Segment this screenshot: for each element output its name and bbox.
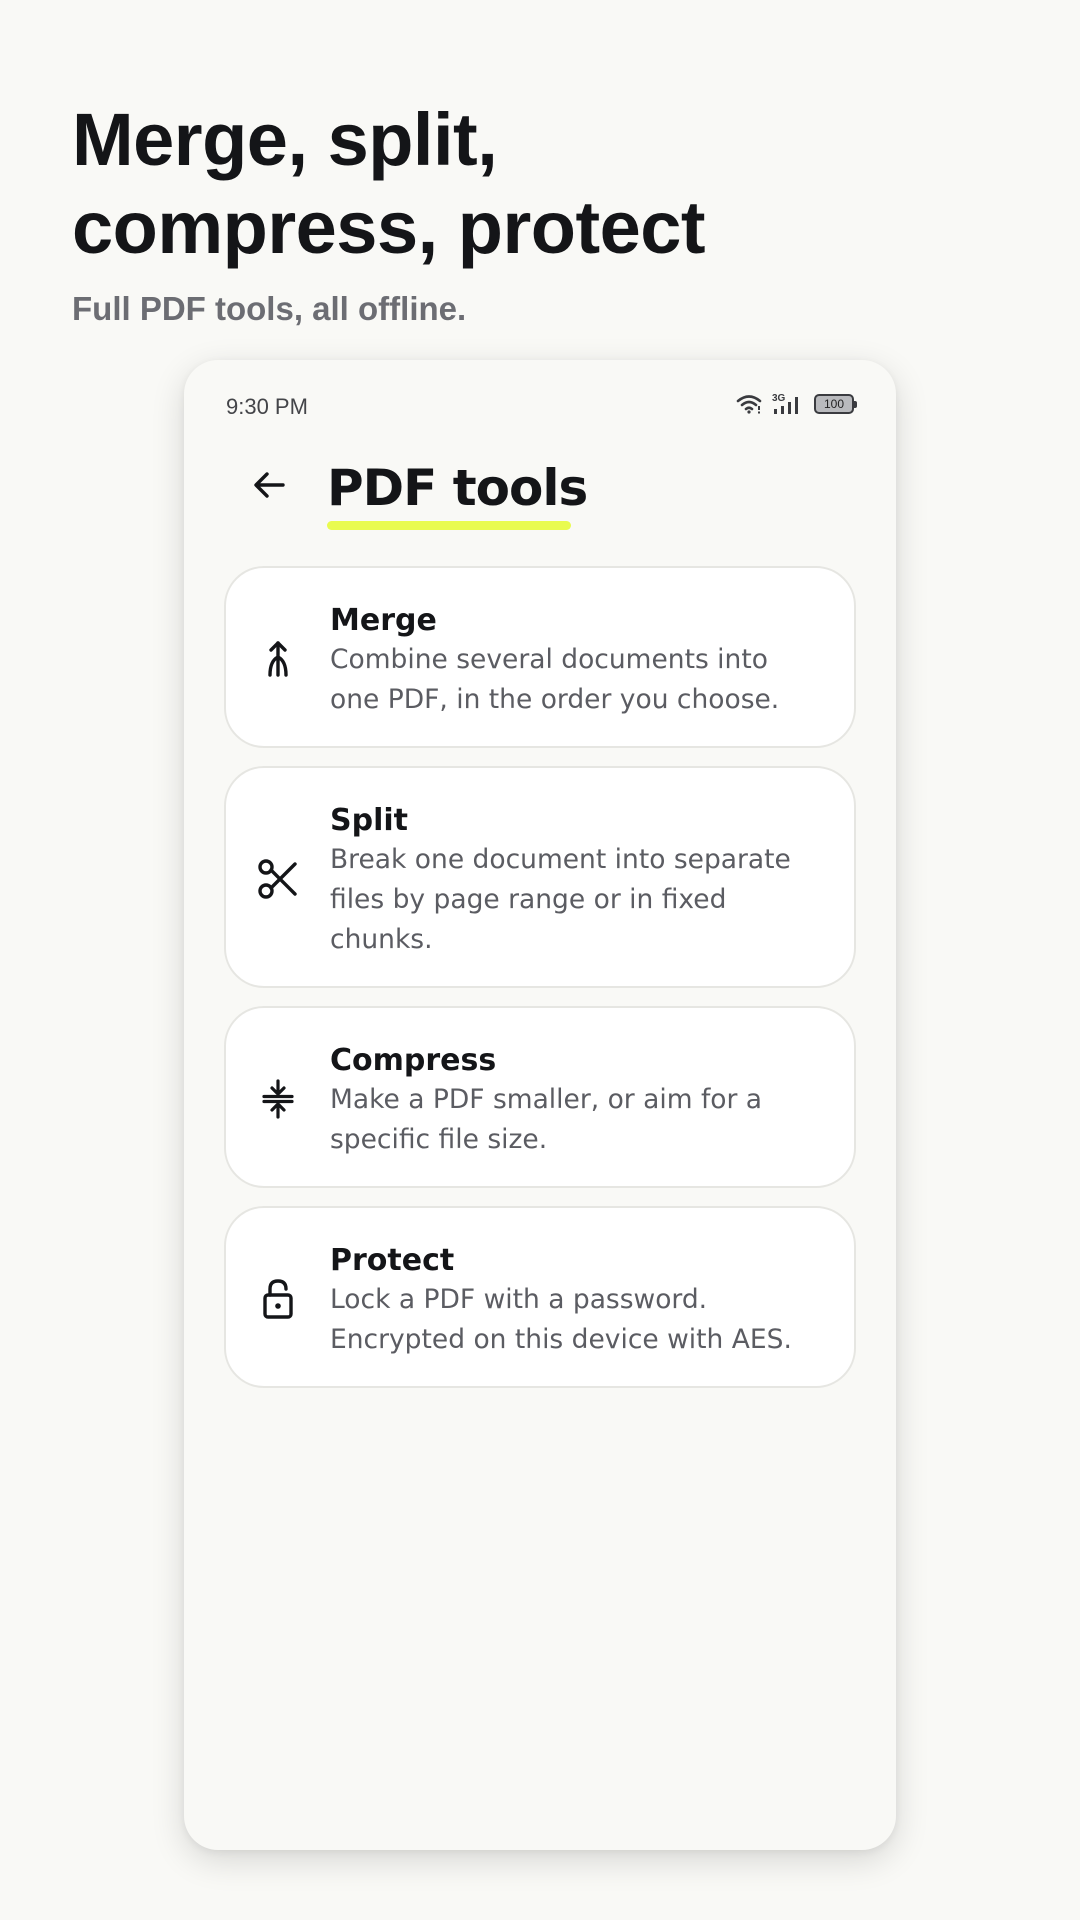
tool-description: Make a PDF smaller, or aim for a specifi… bbox=[330, 1084, 763, 1155]
status-icons: 3G 100 bbox=[736, 392, 857, 416]
tool-text: Compress Make a PDF smaller, or aim for … bbox=[330, 1042, 824, 1160]
back-button[interactable] bbox=[244, 462, 294, 512]
page-title: PDF tools bbox=[327, 459, 588, 517]
promo-headline: Merge, split, compress, protect bbox=[72, 96, 706, 274]
tool-name: Protect bbox=[330, 1243, 455, 1278]
phone-screen: 9:30 PM 3G 100 PDF tools Merge Combine s… bbox=[184, 360, 896, 1850]
tool-description: Break one document into separate files b… bbox=[330, 844, 791, 955]
tool-name: Split bbox=[330, 803, 408, 838]
merge-icon bbox=[256, 637, 300, 681]
tool-card-split[interactable]: Split Break one document into separate f… bbox=[224, 766, 856, 988]
wifi-icon bbox=[736, 394, 762, 414]
tool-text: Split Break one document into separate f… bbox=[330, 802, 824, 960]
tool-text: Protect Lock a PDF with a password. Encr… bbox=[330, 1242, 824, 1360]
tool-card-merge[interactable]: Merge Combine several documents into one… bbox=[224, 566, 856, 748]
arrow-left-icon bbox=[252, 470, 286, 505]
tool-description: Lock a PDF with a password. Encrypted on… bbox=[330, 1284, 792, 1355]
tool-name: Compress bbox=[330, 1043, 497, 1078]
scissors-icon bbox=[256, 857, 300, 901]
promo-subtitle: Full PDF tools, all offline. bbox=[72, 290, 467, 327]
lock-icon bbox=[256, 1277, 300, 1321]
compress-icon bbox=[256, 1077, 300, 1121]
promo-headline-line2: compress, protect bbox=[72, 184, 706, 274]
tool-description: Combine several documents into one PDF, … bbox=[330, 644, 780, 715]
promo-headline-line1: Merge, split, bbox=[72, 98, 498, 181]
cellular-signal-icon: 3G bbox=[772, 392, 804, 416]
battery-icon: 100 bbox=[814, 394, 857, 414]
tool-card-protect[interactable]: Protect Lock a PDF with a password. Encr… bbox=[224, 1206, 856, 1388]
title-underline bbox=[327, 521, 571, 530]
tool-card-compress[interactable]: Compress Make a PDF smaller, or aim for … bbox=[224, 1006, 856, 1188]
status-time: 9:30 PM bbox=[226, 394, 308, 419]
tool-name: Merge bbox=[330, 603, 437, 638]
battery-level: 100 bbox=[823, 397, 845, 411]
network-type-label: 3G bbox=[772, 393, 786, 404]
tool-text: Merge Combine several documents into one… bbox=[330, 602, 824, 720]
status-bar: 9:30 PM 3G 100 bbox=[184, 360, 896, 456]
